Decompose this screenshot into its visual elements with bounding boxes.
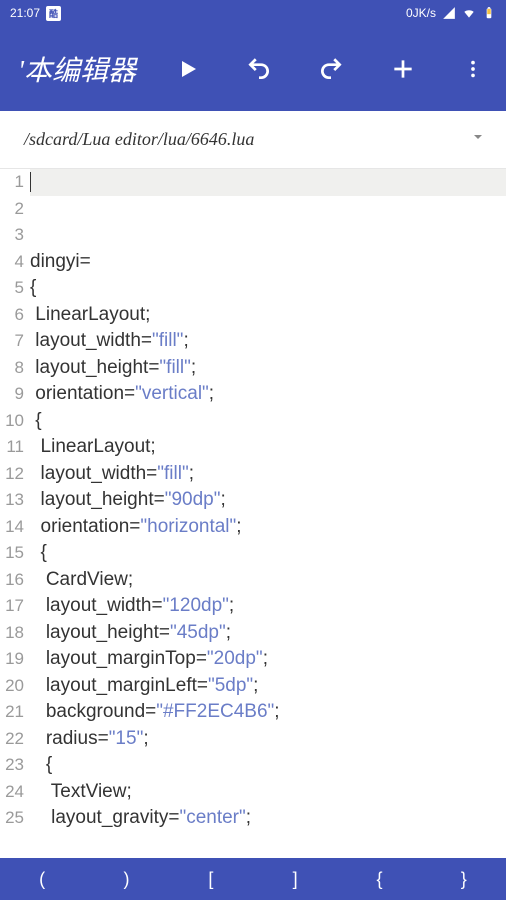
code-line[interactable]: layout_height="90dp"; <box>30 487 506 514</box>
play-icon <box>176 57 200 81</box>
symbol-key[interactable]: [ <box>169 861 253 898</box>
overflow-menu-button[interactable] <box>456 52 490 86</box>
line-number: 9 <box>0 381 24 408</box>
line-number: 23 <box>0 752 24 779</box>
code-line[interactable]: layout_height="45dp"; <box>30 620 506 647</box>
code-line[interactable]: { <box>30 408 506 435</box>
line-number: 13 <box>0 487 24 514</box>
code-line[interactable]: { <box>30 540 506 567</box>
code-line[interactable]: LinearLayout; <box>30 302 506 329</box>
code-line[interactable]: { <box>30 275 506 302</box>
line-number: 10 <box>0 408 24 435</box>
code-line[interactable] <box>30 169 506 196</box>
line-number: 8 <box>0 355 24 382</box>
code-line[interactable]: orientation="vertical"; <box>30 381 506 408</box>
line-number: 15 <box>0 540 24 567</box>
code-line[interactable]: layout_height="fill"; <box>30 355 506 382</box>
battery-icon <box>482 6 496 20</box>
line-number: 24 <box>0 779 24 806</box>
file-path: /sdcard/Lua editor/lua/6646.lua <box>24 129 470 150</box>
line-number: 22 <box>0 726 24 753</box>
line-number: 16 <box>0 567 24 594</box>
network-speed: 0JK/s <box>406 6 436 20</box>
wifi-icon <box>462 6 476 20</box>
code-line[interactable]: layout_marginTop="20dp"; <box>30 646 506 673</box>
code-line[interactable]: radius="15"; <box>30 726 506 753</box>
code-area[interactable]: dingyi={ LinearLayout; layout_width="fil… <box>26 169 506 858</box>
line-number: 12 <box>0 461 24 488</box>
line-number: 18 <box>0 620 24 647</box>
line-number: 3 <box>0 222 24 249</box>
symbol-key[interactable]: ( <box>0 861 84 898</box>
add-button[interactable] <box>384 50 422 88</box>
code-line[interactable] <box>30 222 506 249</box>
symbol-bar: ()[]{} <box>0 858 506 900</box>
line-number: 1 <box>0 169 24 196</box>
line-number: 19 <box>0 646 24 673</box>
status-bar: 21:07 酷 0JK/s <box>0 0 506 26</box>
symbol-key[interactable]: { <box>337 861 421 898</box>
undo-icon <box>246 56 272 82</box>
signal-icon <box>442 6 456 20</box>
app-badge-icon: 酷 <box>46 6 61 21</box>
code-line[interactable]: layout_width="120dp"; <box>30 593 506 620</box>
code-line[interactable]: { <box>30 752 506 779</box>
line-number: 11 <box>0 434 24 461</box>
line-number: 14 <box>0 514 24 541</box>
code-line[interactable]: background="#FF2EC4B6"; <box>30 699 506 726</box>
status-time: 21:07 <box>10 6 40 20</box>
code-editor[interactable]: 1234567891011121314151617181920212223242… <box>0 169 506 858</box>
file-path-bar[interactable]: /sdcard/Lua editor/lua/6646.lua <box>0 111 506 169</box>
line-number: 2 <box>0 196 24 223</box>
run-button[interactable] <box>170 51 206 87</box>
line-number: 17 <box>0 593 24 620</box>
code-line[interactable]: layout_gravity="center"; <box>30 805 506 832</box>
line-number: 25 <box>0 805 24 832</box>
line-number: 20 <box>0 673 24 700</box>
toolbar-actions <box>170 50 494 88</box>
symbol-key[interactable]: } <box>422 861 506 898</box>
app-title: '本编辑器 <box>18 49 170 89</box>
symbol-key[interactable]: ) <box>84 861 168 898</box>
line-number: 21 <box>0 699 24 726</box>
chevron-down-icon <box>470 129 486 150</box>
redo-button[interactable] <box>312 50 350 88</box>
code-line[interactable]: CardView; <box>30 567 506 594</box>
code-line[interactable]: layout_width="fill"; <box>30 328 506 355</box>
code-line[interactable] <box>30 196 506 223</box>
symbol-key[interactable]: ] <box>253 861 337 898</box>
code-line[interactable]: LinearLayout; <box>30 434 506 461</box>
code-line[interactable]: orientation="horizontal"; <box>30 514 506 541</box>
undo-button[interactable] <box>240 50 278 88</box>
code-line[interactable]: dingyi= <box>30 249 506 276</box>
code-line[interactable]: TextView; <box>30 779 506 806</box>
line-number: 6 <box>0 302 24 329</box>
line-number: 5 <box>0 275 24 302</box>
line-number: 4 <box>0 249 24 276</box>
status-left: 21:07 酷 <box>10 6 61 21</box>
code-line[interactable]: layout_marginLeft="5dp"; <box>30 673 506 700</box>
line-number: 7 <box>0 328 24 355</box>
line-number-gutter: 1234567891011121314151617181920212223242… <box>0 169 26 858</box>
toolbar: '本编辑器 <box>0 26 506 111</box>
code-line[interactable]: layout_width="fill"; <box>30 461 506 488</box>
plus-icon <box>390 56 416 82</box>
more-vert-icon <box>462 58 484 80</box>
redo-icon <box>318 56 344 82</box>
status-right: 0JK/s <box>406 6 496 20</box>
